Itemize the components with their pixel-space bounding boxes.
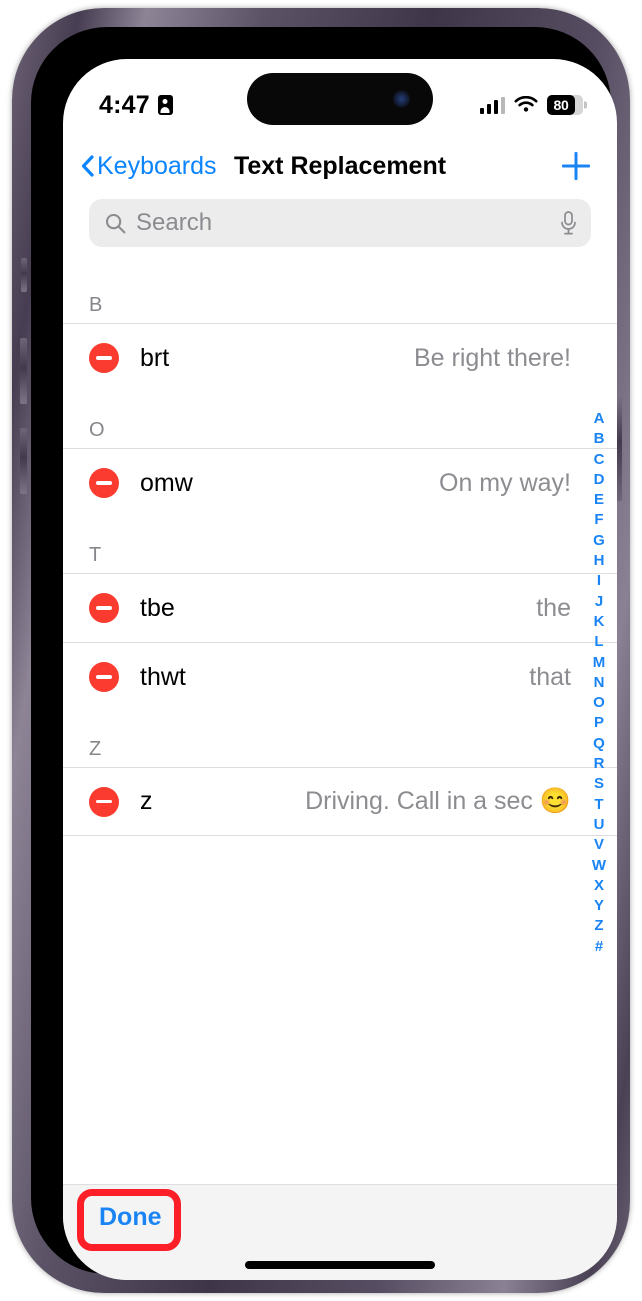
index-letter[interactable]: D [594,470,605,490]
volume-down-button[interactable] [20,428,27,494]
page-title: Text Replacement [233,151,447,180]
index-letter[interactable]: M [593,653,606,673]
index-letter[interactable]: I [597,571,601,591]
microphone-icon[interactable] [560,211,577,235]
minus-circle-icon[interactable] [89,468,119,498]
row-shortcut: thwt [140,662,186,691]
cellular-signal-icon [479,96,505,114]
index-letter[interactable]: B [594,429,605,449]
search-input[interactable]: Search [89,199,591,247]
status-bar-right: 80 [479,95,583,115]
table-row[interactable]: brt Be right there! [63,323,617,392]
index-letter[interactable]: O [593,693,605,713]
minus-circle-icon[interactable] [89,662,119,692]
index-letter[interactable]: Z [594,916,603,936]
person-badge-icon [157,95,173,115]
silent-switch-button[interactable] [21,258,27,292]
back-to-keyboards-button[interactable]: Keyboards [81,152,217,181]
index-letter[interactable]: P [594,713,604,733]
index-letter[interactable]: T [594,795,603,815]
navigation-bar: Keyboards Text Replacement [63,137,617,195]
index-letter[interactable]: S [594,774,604,794]
row-shortcut: z [140,787,153,815]
section-header: O [89,419,105,441]
chevron-left-icon [81,155,94,177]
row-phrase: that [529,662,571,691]
home-indicator[interactable] [245,1261,435,1269]
minus-circle-icon[interactable] [89,593,119,623]
row-phrase: Driving. Call in a sec 😊 [305,787,571,815]
table-row[interactable]: thwt that [63,642,617,711]
section-header: T [89,544,102,566]
back-label: Keyboards [97,151,217,180]
index-letter[interactable]: X [594,876,604,896]
index-letter[interactable]: V [594,835,604,855]
row-phrase: Be right there! [413,343,571,372]
text-replacement-list: Bbrt Be right there! Oomw On my way! Ttbe the… [63,267,617,1184]
phone-screen: 4:47 80 Keyboards Text Replacement Searc… [63,59,617,1280]
index-letter[interactable]: L [594,632,603,652]
alphabet-index[interactable]: A B C D E F G H I J K L M N O P Q R S T U V W X Y Z # [586,409,612,957]
device-bezel: 4:47 80 Keyboards Text Replacement Searc… [31,27,617,1280]
index-letter[interactable]: K [594,612,605,632]
section-header: B [89,294,103,316]
wifi-icon [514,95,538,114]
index-letter[interactable]: W [592,856,606,876]
search-icon [105,213,126,234]
index-letter[interactable]: R [594,754,605,774]
status-time: 4:47 [99,90,150,119]
minus-circle-icon[interactable] [89,786,119,817]
row-phrase: the [536,593,571,622]
index-letter[interactable]: F [594,510,603,530]
done-button[interactable]: Done [93,1201,168,1234]
index-letter[interactable]: H [594,551,605,571]
row-shortcut: tbe [140,593,175,622]
iphone-device-frame: 4:47 80 Keyboards Text Replacement Searc… [12,8,630,1293]
index-letter[interactable]: G [593,531,605,551]
index-letter[interactable]: # [595,937,603,957]
dynamic-island [247,73,433,125]
table-row[interactable]: omw On my way! [63,448,617,517]
index-letter[interactable]: Q [593,734,605,754]
index-letter[interactable]: C [594,450,605,470]
index-letter[interactable]: N [594,673,605,693]
search-placeholder: Search [136,209,213,236]
volume-up-button[interactable] [20,338,27,404]
plus-icon[interactable] [561,151,591,181]
status-bar-left: 4:47 [99,91,173,120]
section-header: Z [89,738,102,760]
front-camera-icon [393,90,410,108]
table-row[interactable]: tbe the [63,573,617,642]
index-letter[interactable]: U [594,815,605,835]
index-letter[interactable]: A [594,409,605,429]
table-row[interactable]: z Driving. Call in a sec 😊 [63,767,617,836]
index-letter[interactable]: J [595,592,603,612]
minus-circle-icon[interactable] [89,343,119,373]
battery-percent: 80 [553,97,569,113]
search-container: Search [63,199,617,247]
row-shortcut: brt [140,343,170,372]
index-letter[interactable]: Y [594,896,604,916]
row-phrase: On my way! [439,468,571,497]
battery-icon: 80 [547,95,583,115]
row-shortcut: omw [140,468,193,497]
index-letter[interactable]: E [594,490,604,510]
